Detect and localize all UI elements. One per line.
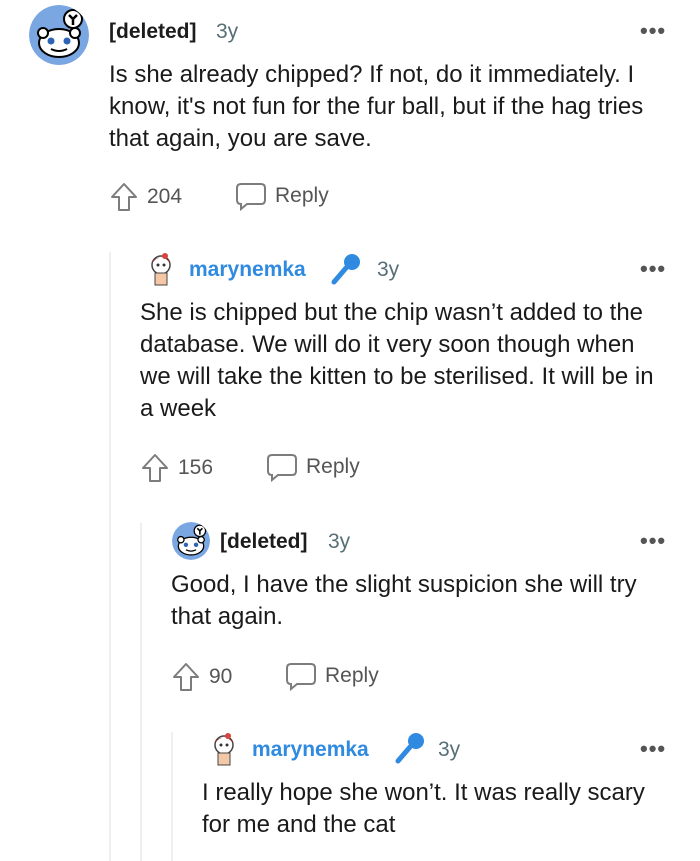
comment-3-age: 3y <box>328 530 351 553</box>
reply-button[interactable]: Reply <box>235 181 329 211</box>
comment-1-username[interactable]: [deleted] <box>109 20 197 44</box>
reply-bubble-icon <box>236 183 266 211</box>
microphone-icon <box>395 733 424 764</box>
more-options-icon[interactable]: ••• <box>640 528 666 554</box>
more-options-icon[interactable]: ••• <box>640 18 666 44</box>
user-avatar-icon[interactable] <box>205 730 243 768</box>
snoo-avatar-icon[interactable] <box>29 5 89 65</box>
reply-label: Reply <box>275 184 329 207</box>
comment-1-age: 3y <box>216 20 239 43</box>
upvote-arrow-icon[interactable] <box>171 661 201 693</box>
vote-count: 156 <box>178 456 214 479</box>
reply-bubble-icon <box>267 454 297 482</box>
comment-3-votes[interactable]: 90 <box>171 661 232 693</box>
reply-button[interactable]: Reply <box>285 661 379 691</box>
upvote-arrow-icon[interactable] <box>109 181 139 213</box>
reply-bubble-icon <box>286 663 316 691</box>
comment-2-age: 3y <box>377 258 400 281</box>
comment-1-body: Is she already chipped? If not, do it im… <box>109 61 644 152</box>
reply-label: Reply <box>306 455 360 478</box>
more-options-icon[interactable]: ••• <box>640 256 666 282</box>
thread-line-2[interactable] <box>140 523 142 861</box>
upvote-arrow-icon[interactable] <box>140 452 170 484</box>
vote-count: 90 <box>209 665 233 688</box>
comment-4-username[interactable]: marynemka <box>252 738 369 762</box>
comment-2-body: She is chipped but the chip wasn’t added… <box>140 299 654 422</box>
snoo-avatar-icon[interactable] <box>172 522 210 560</box>
vote-count: 204 <box>147 185 183 208</box>
more-options-icon[interactable]: ••• <box>640 736 666 762</box>
comment-3-username[interactable]: [deleted] <box>220 530 308 554</box>
thread-line-3[interactable] <box>171 732 173 861</box>
comment-4-body: I really hope she won’t. It was really s… <box>202 779 645 838</box>
comment-1-votes[interactable]: 204 <box>109 181 182 213</box>
comment-3-body: Good, I have the slight suspicion she wi… <box>171 571 637 630</box>
reply-button[interactable]: Reply <box>266 452 360 482</box>
comment-4-age: 3y <box>438 738 461 761</box>
thread-line-1[interactable] <box>109 252 111 861</box>
reply-label: Reply <box>325 664 379 687</box>
user-avatar-icon[interactable] <box>142 250 180 288</box>
comment-2-username[interactable]: marynemka <box>189 258 306 282</box>
microphone-icon <box>331 254 360 285</box>
comment-2-votes[interactable]: 156 <box>140 452 213 484</box>
